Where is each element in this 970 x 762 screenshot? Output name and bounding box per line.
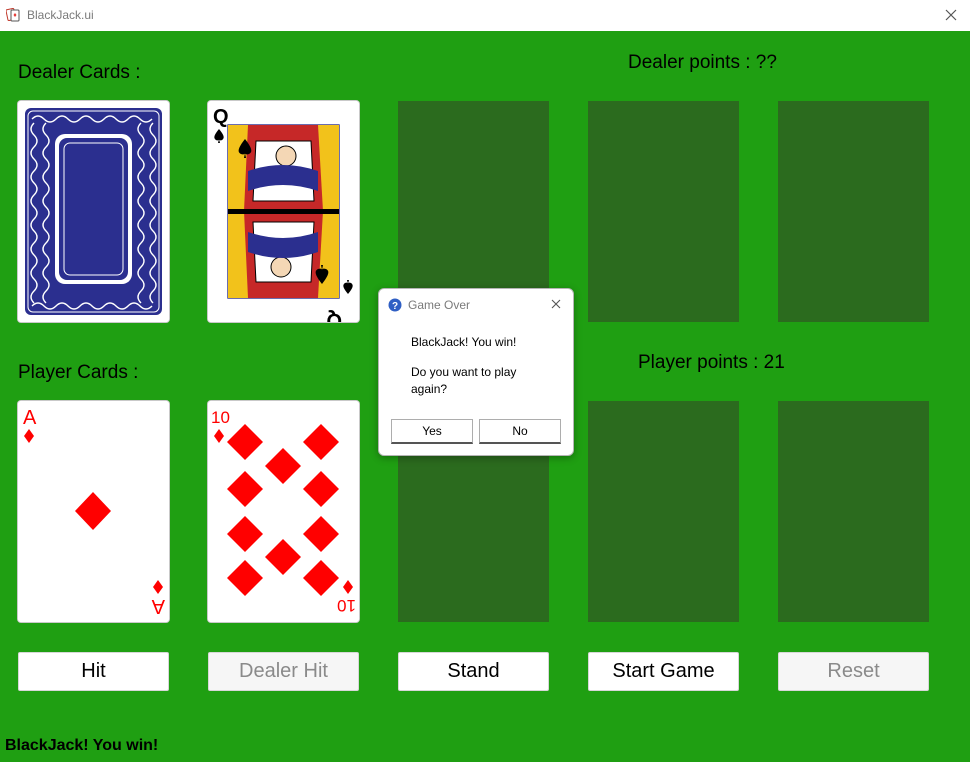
svg-text:A: A <box>23 407 37 429</box>
player-card-ten-diamonds: 10 10 <box>208 401 359 622</box>
dialog-close-icon[interactable] <box>549 297 563 311</box>
no-button[interactable]: No <box>479 419 561 444</box>
hit-button[interactable]: Hit <box>18 652 169 691</box>
dealer-card-slot-5 <box>778 101 929 322</box>
svg-text:10: 10 <box>337 596 356 615</box>
status-message: BlackJack! You win! <box>5 737 159 754</box>
dealer-card-queen-spades: Q Q <box>208 101 359 322</box>
player-cards-label: Player Cards : <box>18 362 139 383</box>
dealer-cards-label: Dealer Cards : <box>18 62 141 83</box>
dealer-card-slot-4 <box>588 101 739 322</box>
start-game-button[interactable]: Start Game <box>588 652 739 691</box>
player-card-ace-diamonds: A A <box>18 401 169 622</box>
dealer-card-back <box>18 101 169 322</box>
stand-button[interactable]: Stand <box>398 652 549 691</box>
dealer-hit-button[interactable]: Dealer Hit <box>208 652 359 691</box>
game-over-dialog: ? Game Over BlackJack! You win! Do you w… <box>378 288 574 456</box>
dialog-question-line-2: again? <box>411 382 448 396</box>
svg-text:A: A <box>151 595 165 617</box>
dialog-question-line-1: Do you want to play <box>411 365 517 379</box>
title-bar: BlackJack.ui <box>0 0 970 31</box>
dialog-message: BlackJack! You win! <box>411 335 517 349</box>
player-points-label: Player points : 21 <box>638 352 785 373</box>
svg-text:?: ? <box>392 301 398 312</box>
app-icon <box>6 7 20 22</box>
reset-button[interactable]: Reset <box>778 652 929 691</box>
question-icon: ? <box>388 298 402 312</box>
close-icon[interactable] <box>940 4 962 26</box>
player-card-slot-4 <box>588 401 739 622</box>
dialog-title: Game Over <box>408 298 471 312</box>
svg-text:Q: Q <box>213 106 229 128</box>
svg-text:Q: Q <box>326 309 342 322</box>
dealer-points-label: Dealer points : ?? <box>628 52 777 73</box>
window-title: BlackJack.ui <box>27 8 94 22</box>
player-card-slot-5 <box>778 401 929 622</box>
svg-text:10: 10 <box>211 408 230 427</box>
yes-button[interactable]: Yes <box>391 419 473 444</box>
